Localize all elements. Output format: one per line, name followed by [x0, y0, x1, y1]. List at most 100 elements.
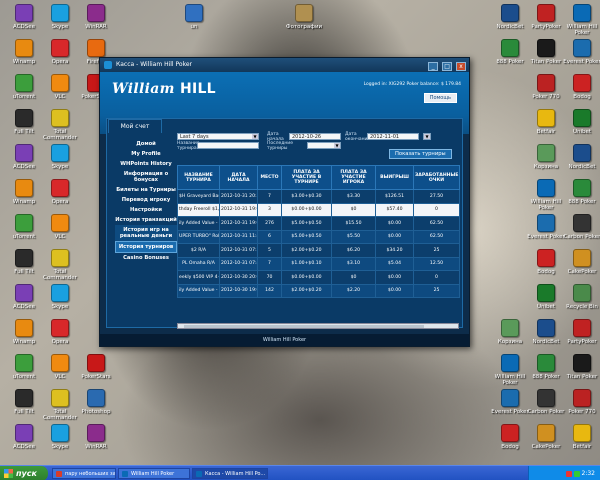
column-header[interactable]: ВЫИГРЫШ: [375, 165, 414, 190]
desktop-icon[interactable]: Betfair: [560, 422, 600, 466]
tab-my-account[interactable]: Мой счет: [108, 119, 162, 133]
desktop-icon-label: Betfair: [572, 444, 592, 450]
sidebar-item-tickets[interactable]: Билеты на Турниры: [115, 185, 177, 195]
start-label: пуск: [16, 469, 37, 478]
table-cell: $2 R/A: [177, 243, 220, 258]
table-row[interactable]: thday Freeroll $1,0002012-10-31 19:043$0…: [177, 202, 460, 217]
horizontal-scrollbar[interactable]: [177, 323, 459, 329]
column-header[interactable]: ПЛАТА ЗА УЧАСТИЕ ИГРОКА: [331, 165, 376, 190]
show-tournaments-button[interactable]: Показать турниры: [389, 149, 452, 159]
app-icon: [573, 4, 591, 22]
taskbar-button[interactable]: William Hill Poker: [118, 468, 190, 479]
app-icon: [15, 144, 33, 162]
sidebar-item-casino-bonuses[interactable]: Casino Bonuses: [115, 253, 177, 263]
app-icon: [537, 249, 555, 267]
taskbar-button[interactable]: пару небольших зам...: [52, 468, 116, 479]
desktop-icon-label: 888 Poker: [568, 199, 596, 205]
table-cell: 5: [257, 243, 282, 258]
app-icon: [51, 74, 69, 92]
table-row[interactable]: UPER TURBO" Robin2012-10-31 11:456$5.00+…: [177, 229, 460, 244]
account-sidebar: Домой My Profile WHPoints History Информаци…: [115, 139, 177, 263]
network-icon[interactable]: [573, 470, 580, 477]
table-cell: $1.00+$0.10: [281, 256, 332, 271]
table-row[interactable]: ily Added Value - $1,0002012-10-31 19:04…: [177, 216, 460, 231]
maximize-button[interactable]: □: [442, 62, 453, 71]
desktop-icon-label: Poker 770: [568, 409, 596, 415]
recent-tournaments-select[interactable]: ▼: [307, 142, 341, 149]
app-icon: [87, 424, 105, 442]
table-cell: $0: [331, 202, 376, 217]
column-header[interactable]: ДАТА НАЧАЛА: [219, 165, 258, 190]
table-cell: PL Omaha R/A: [177, 256, 220, 271]
app-icon: [573, 74, 591, 92]
table-cell: $H Graveyard Bash: [177, 189, 220, 204]
tournament-table: НАЗВАНИЕ ТУРНИРА ДАТА НАЧАЛА МЕСТО ПЛАТА ЗА…: [177, 165, 460, 298]
desktop-icon[interactable]: Фотографии: [282, 2, 326, 46]
help-button[interactable]: Помощь: [423, 93, 457, 103]
table-cell: 2012-10-31 11:45: [219, 229, 258, 244]
scrollbar-thumb[interactable]: [184, 325, 424, 328]
table-cell: 2012-10-31 07:42: [219, 256, 258, 271]
desktop-icon-label: Skype: [51, 164, 69, 170]
table-row[interactable]: PL Omaha R/A2012-10-31 07:427$1.00+$0.10…: [177, 256, 460, 271]
window-title: Касса - William Hill Poker: [116, 61, 193, 68]
app-icon: [15, 424, 33, 442]
app-icon: [573, 284, 591, 302]
desktop-icon-label: Titan Poker: [566, 374, 598, 380]
close-button[interactable]: x: [456, 62, 466, 71]
column-header[interactable]: ПЛАТА ЗА УЧАСТИЕ В ТУРНИРЕ: [281, 165, 332, 190]
app-icon: [15, 319, 33, 337]
table-row[interactable]: ily Added Value - $5002012-10-30 19:0014…: [177, 283, 460, 298]
calendar-dropdown[interactable]: ▼: [423, 133, 431, 140]
desktop-icon[interactable]: WinRAR: [74, 422, 118, 466]
sidebar-item-whpoints[interactable]: WHPoints History: [115, 159, 177, 169]
desktop-icon-label: Recycle Bin: [566, 304, 598, 310]
start-button[interactable]: пуск: [0, 466, 48, 480]
chevron-down-icon: ▼: [424, 134, 430, 139]
table-row[interactable]: $2 R/A2012-10-31 07:385$2.00+$0.20$6.20$…: [177, 243, 460, 258]
desktop-icon-label: Total Commander: [43, 269, 77, 281]
taskbar-button-label: William Hill Poker: [131, 471, 175, 477]
minimize-button[interactable]: _: [428, 62, 439, 71]
app-icon: [573, 214, 591, 232]
date-from-input[interactable]: 2012-10-26: [289, 133, 341, 140]
column-header[interactable]: МЕСТО: [257, 165, 282, 190]
sidebar-item-game-history[interactable]: История игр на реальные деньги: [115, 225, 177, 241]
column-header[interactable]: ЗАРАБОТАННЫЕ ОЧКИ: [413, 165, 460, 190]
sidebar-item-transfer[interactable]: Перевод игроку: [115, 195, 177, 205]
sidebar-item-bonus-info[interactable]: Информация о бонусах: [115, 169, 177, 185]
app-icon: [15, 284, 33, 302]
recent-tournaments-label: Последние турниры: [267, 141, 294, 151]
desktop-icon-label: Everest Poker: [563, 59, 600, 65]
sidebar-item-settings[interactable]: Настройки: [115, 205, 177, 215]
taskbar-button[interactable]: Касса - William Hill Po...: [192, 468, 268, 479]
app-icon: [51, 249, 69, 267]
chevron-down-icon: ▼: [252, 134, 258, 139]
table-row[interactable]: $H Graveyard Bash2012-10-31 20:377$3.00+…: [177, 189, 460, 204]
app-icon: [87, 39, 105, 57]
sidebar-item-transactions[interactable]: История транзакций: [115, 215, 177, 225]
tournament-name-input[interactable]: [197, 142, 259, 149]
sidebar-item-tournament-history[interactable]: История турниров: [115, 241, 177, 253]
window-titlebar[interactable]: Касса - William Hill Poker _ □ x: [100, 58, 469, 72]
antivirus-icon[interactable]: [565, 470, 572, 477]
app-icon: [15, 39, 33, 57]
app-icon: [573, 319, 591, 337]
app-icon: [501, 4, 519, 22]
sidebar-item-home[interactable]: Домой: [115, 139, 177, 149]
app-icon: [573, 424, 591, 442]
app-icon: [87, 4, 105, 22]
table-cell: $0.00+$0.00: [281, 202, 332, 217]
william-hill-logo: William HILL: [112, 81, 216, 97]
desktop-icon[interactable]: un: [172, 2, 216, 46]
app-icon: [537, 214, 555, 232]
desktop-icon-label: PokerStars: [81, 374, 111, 380]
table-cell: $2.00+$0.20: [281, 243, 332, 258]
table-row[interactable]: eekly $500 VIP 4+2012-10-30 20:0070$0.00…: [177, 270, 460, 285]
date-to-input[interactable]: 2012-11-01: [367, 133, 419, 140]
app-icon: [56, 471, 62, 477]
column-header[interactable]: НАЗВАНИЕ ТУРНИРА: [177, 165, 220, 190]
sidebar-item-profile[interactable]: My Profile: [115, 149, 177, 159]
app-icon: [15, 354, 33, 372]
period-select[interactable]: Last 7 days ▼: [177, 133, 259, 140]
